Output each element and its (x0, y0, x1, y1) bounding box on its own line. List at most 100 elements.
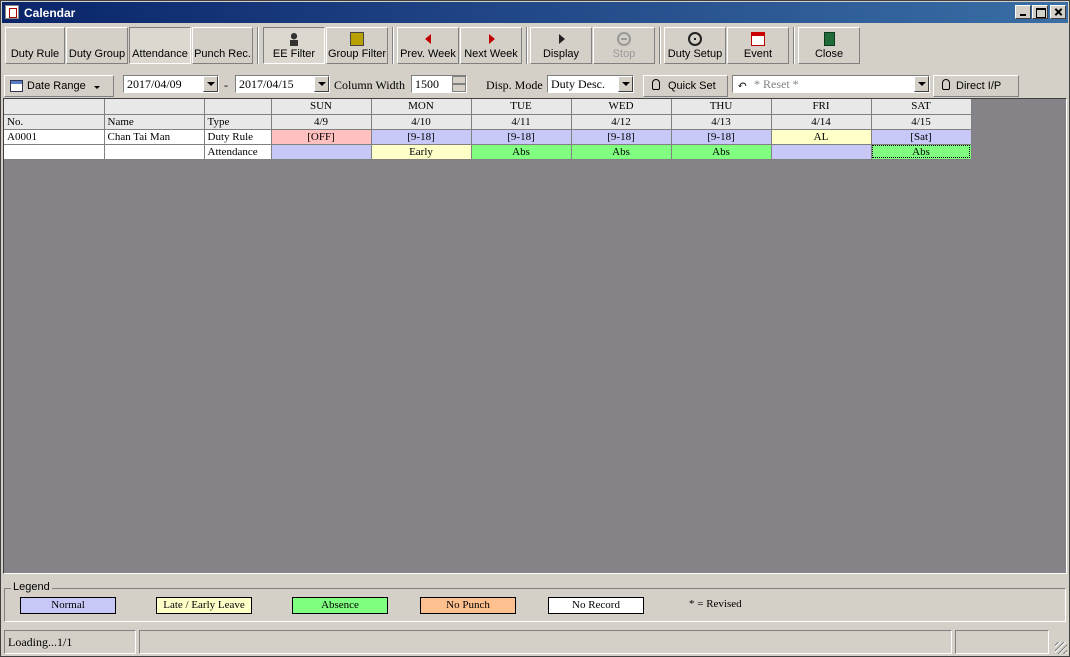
legend-group: Legend Normal Late / Early Leave Absence… (4, 581, 1066, 622)
date-from-picker[interactable]: 2017/04/09 (123, 75, 219, 93)
event-button[interactable]: Event (727, 27, 789, 64)
dow-header-tue[interactable]: TUE (471, 99, 572, 115)
spin-up-button[interactable] (452, 76, 466, 84)
dropdown-arrow-icon[interactable] (914, 76, 929, 92)
duty-setup-button[interactable]: Duty Setup (664, 27, 726, 64)
legend-no-record: No Record (548, 597, 644, 614)
stop-button[interactable]: Stop (593, 27, 655, 64)
header-blank (4, 99, 105, 115)
minimize-button[interactable] (1015, 5, 1031, 19)
employee-no[interactable]: A0001 (4, 129, 105, 145)
attendance-button[interactable]: Attendance (129, 27, 191, 64)
attendance-cell[interactable] (271, 144, 372, 160)
display-button[interactable]: Display (530, 27, 592, 64)
dropdown-arrow-icon[interactable] (618, 76, 633, 92)
calendar-window: Calendar Duty Rule Duty Group Attendance… (0, 0, 1070, 657)
dow-header-fri[interactable]: FRI (771, 99, 872, 115)
direct-ip-button[interactable]: Direct I/P (933, 75, 1019, 97)
duty-group-button[interactable]: Duty Group (66, 27, 128, 64)
title-bar: Calendar (2, 2, 1068, 23)
disp-mode-label: Disp. Mode (486, 78, 543, 92)
date-separator: - (224, 78, 228, 92)
dow-header-sat[interactable]: SAT (871, 99, 972, 115)
duty-cell[interactable]: [9-18] (371, 129, 472, 145)
row-type-label: Duty Rule (204, 129, 272, 145)
calendar-table: SUN MON TUE WED THU FRI SAT No. Name Typ… (4, 99, 972, 160)
duty-cell[interactable]: AL (771, 129, 872, 145)
quick-set-button[interactable]: Quick Set (643, 75, 728, 97)
attendance-row: Attendance Early Abs Abs Abs Abs (4, 144, 972, 160)
dow-header-mon[interactable]: MON (371, 99, 472, 115)
date-header[interactable]: 4/10 (371, 114, 472, 130)
arrow-right-icon (484, 32, 498, 46)
header-name: Name (104, 114, 205, 130)
stop-icon (617, 32, 631, 46)
duty-rule-button[interactable]: Duty Rule (5, 27, 65, 64)
toolbar-separator (793, 27, 795, 64)
maximize-button[interactable] (1032, 5, 1048, 19)
column-width-spinner[interactable]: 1500 (411, 75, 467, 93)
duty-cell[interactable]: [Sat] (871, 129, 972, 145)
toolbar-separator (526, 27, 528, 64)
prev-week-button[interactable]: Prev. Week (397, 27, 459, 64)
date-header[interactable]: 4/9 (271, 114, 372, 130)
calendar-grid-icon (10, 80, 23, 92)
date-to-picker[interactable]: 2017/04/15 (235, 75, 330, 93)
date-header[interactable]: 4/12 (571, 114, 672, 130)
date-header[interactable]: 4/14 (771, 114, 872, 130)
dow-header-sun[interactable]: SUN (271, 99, 372, 115)
resize-grip-icon[interactable] (1055, 642, 1067, 654)
header-blank (104, 99, 205, 115)
calendar-icon (751, 32, 765, 46)
employee-name-blank (104, 144, 205, 160)
group-icon (350, 32, 364, 46)
punch-rec-button[interactable]: Punch Rec. (192, 27, 253, 64)
close-window-button[interactable] (1050, 5, 1066, 19)
spin-down-button[interactable] (452, 84, 466, 92)
window-title: Calendar (24, 6, 76, 20)
group-filter-button[interactable]: Group Filter (326, 27, 388, 64)
duty-rule-row: A0001 Chan Tai Man Duty Rule [OFF] [9-18… (4, 129, 972, 145)
toolbar-separator (659, 27, 661, 64)
date-header[interactable]: 4/15 (871, 114, 972, 130)
ee-filter-button[interactable]: EE Filter (263, 27, 325, 64)
dropdown-arrow-icon[interactable] (314, 76, 329, 92)
duty-cell[interactable]: [9-18] (671, 129, 772, 145)
date-header[interactable]: 4/13 (671, 114, 772, 130)
duty-cell[interactable]: [9-18] (571, 129, 672, 145)
clock-icon (688, 32, 702, 46)
dow-header-wed[interactable]: WED (571, 99, 672, 115)
employee-name[interactable]: Chan Tai Man (104, 129, 205, 145)
undo-icon: ↶ (737, 78, 748, 92)
legend-late-early: Late / Early Leave (156, 597, 252, 614)
date-range-button[interactable]: Date Range (4, 75, 114, 97)
exit-door-icon (824, 32, 835, 46)
attendance-cell[interactable]: Abs (671, 144, 772, 160)
arrow-left-icon (421, 32, 435, 46)
person-icon (287, 32, 301, 46)
lightbulb-icon (942, 79, 950, 90)
status-panel-right (955, 630, 1049, 654)
attendance-cell[interactable]: Abs (571, 144, 672, 160)
duty-cell[interactable]: [9-18] (471, 129, 572, 145)
dropdown-arrow-icon[interactable] (203, 76, 218, 92)
calendar-grid[interactable]: SUN MON TUE WED THU FRI SAT No. Name Typ… (3, 98, 1067, 574)
disp-mode-select[interactable]: Duty Desc. (547, 75, 634, 93)
legend-title: Legend (11, 581, 52, 593)
legend-normal: Normal (20, 597, 116, 614)
attendance-cell[interactable]: Early (371, 144, 472, 160)
date-header[interactable]: 4/11 (471, 114, 572, 130)
next-week-button[interactable]: Next Week (460, 27, 522, 64)
dow-header-thu[interactable]: THU (671, 99, 772, 115)
attendance-cell[interactable] (771, 144, 872, 160)
status-loading: Loading...1/1 (4, 630, 136, 654)
close-button[interactable]: Close (798, 27, 860, 64)
column-width-label: Column Width (334, 78, 405, 92)
status-panel-main (139, 630, 952, 654)
attendance-cell[interactable]: Abs (471, 144, 572, 160)
play-icon (554, 32, 568, 46)
duty-cell[interactable]: [OFF] (271, 129, 372, 145)
day-of-week-row: SUN MON TUE WED THU FRI SAT (4, 99, 972, 115)
attendance-cell-selected[interactable]: Abs (871, 144, 972, 160)
reset-select[interactable]: ↶ * Reset * (732, 75, 930, 93)
